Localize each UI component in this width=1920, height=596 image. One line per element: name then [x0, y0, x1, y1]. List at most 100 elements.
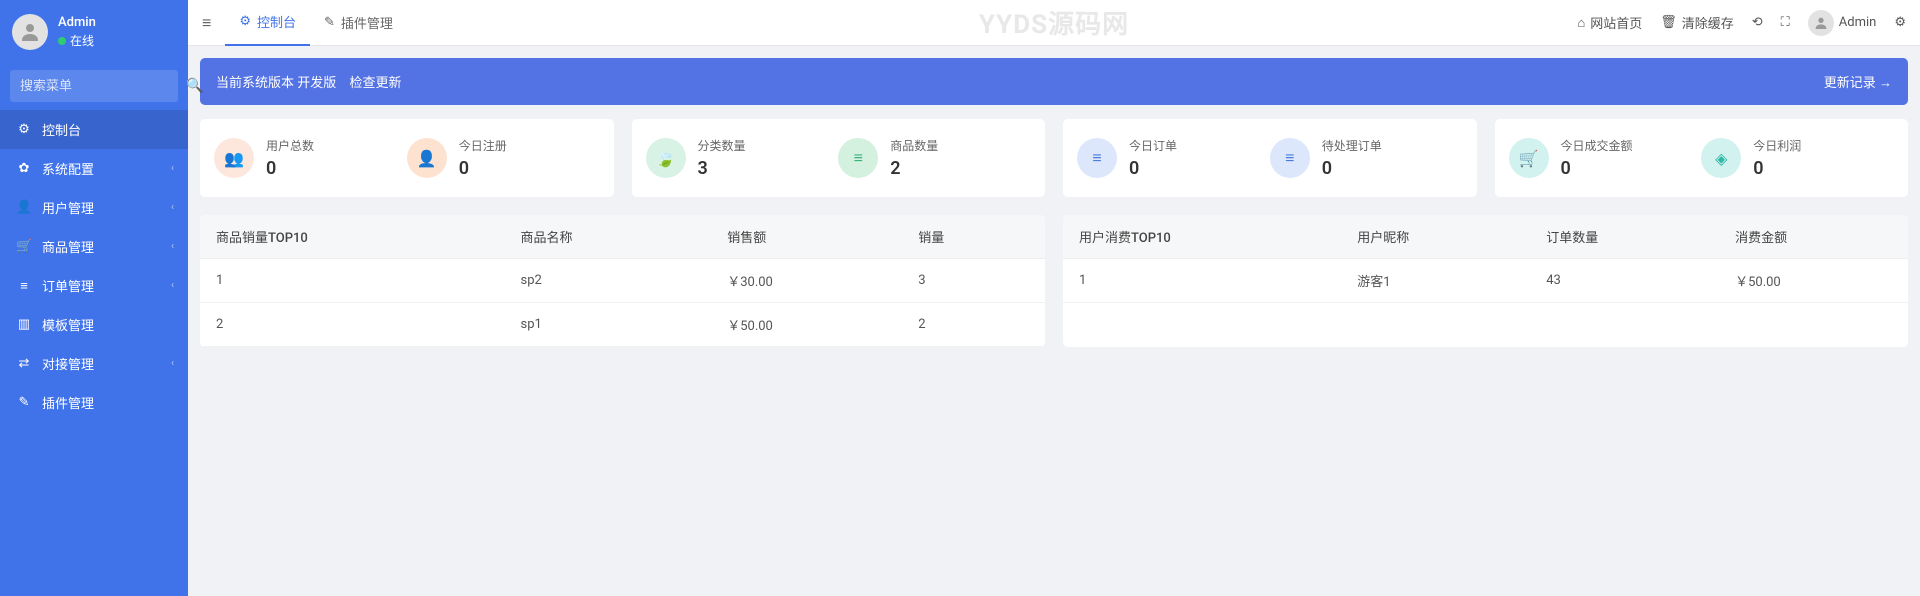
hamburger-icon[interactable]: ≡ [202, 13, 211, 33]
tab-0[interactable]: ⚙ 控制台 [225, 0, 310, 46]
stat-label: 今日利润 [1753, 137, 1801, 154]
sidebar-menu: ⚙控制台✿系统配置‹👤用户管理‹🛒商品管理‹≡订单管理‹▥模板管理⇄对接管理‹✎… [0, 110, 188, 422]
stats-row: 👥用户总数0👤今日注册0🍃分类数量3≡商品数量2≡今日订单0≡待处理订单0🛒今日… [200, 119, 1908, 197]
menu-icon: ⇄ [16, 356, 32, 371]
menu-label: 用户管理 [42, 198, 94, 217]
stat-label: 商品数量 [890, 137, 938, 154]
table-row: 1sp2￥30.003 [200, 259, 1045, 303]
menu-icon: ✿ [16, 161, 32, 176]
table-header: 商品销量TOP10 [200, 215, 505, 259]
stats-card-0: 👥用户总数0👤 今日注册 0 [200, 119, 614, 197]
sidebar-item-4[interactable]: ≡ 订单管理 ‹ [0, 266, 188, 305]
menu-icon: ≡ [16, 278, 32, 294]
table-header: 消费金额 [1719, 215, 1908, 259]
clear-cache-link[interactable]: 🗑清除缓存 [1660, 13, 1734, 32]
chevron-left-icon: ‹ [171, 280, 174, 291]
table-header: 用户昵称 [1341, 215, 1530, 259]
table-header: 销售额 [711, 215, 902, 259]
stat-6: 🛒今日成交金额0 [1509, 137, 1702, 179]
menu-label: 订单管理 [42, 276, 94, 295]
stat-label: 今日注册 [459, 137, 507, 154]
stat-label: 待处理订单 [1322, 137, 1382, 154]
tab-1[interactable]: ✎ 插件管理 [310, 0, 407, 46]
table-header: 订单数量 [1530, 215, 1719, 259]
tab-label: 控制台 [257, 12, 296, 31]
chevron-left-icon: ‹ [171, 202, 174, 213]
home-icon: ⌂ [1577, 15, 1585, 31]
content: 当前系统版本 开发版 检查更新 更新记录 → 👥用户总数0👤 今日注册 0 🍃 分类数量… [188, 46, 1920, 359]
search-box[interactable]: 🔍 [10, 70, 178, 102]
tab-label: 插件管理 [341, 13, 393, 32]
menu-label: 控制台 [42, 120, 81, 139]
settings-icon[interactable]: ⚙ [1894, 15, 1906, 30]
menu-label: 对接管理 [42, 354, 94, 373]
stat-icon: 🍃 [646, 138, 686, 178]
stat-3: ≡商品数量2 [838, 137, 1031, 179]
chevron-left-icon: ‹ [171, 358, 174, 369]
stat-icon: 👤 [407, 138, 447, 178]
version-banner: 当前系统版本 开发版 检查更新 更新记录 → [200, 58, 1908, 105]
topbar-avatar [1808, 10, 1834, 36]
tab-icon: ✎ [324, 15, 335, 30]
tab-icon: ⚙ [239, 14, 251, 29]
sidebar-item-1[interactable]: ✿ 系统配置 ‹ [0, 149, 188, 188]
tabs: ⚙ 控制台 ✎ 插件管理 [225, 0, 407, 46]
avatar[interactable] [12, 14, 48, 50]
sidebar-item-5[interactable]: ▥ 模板管理 [0, 305, 188, 344]
fullscreen-icon[interactable]: ⛶ [1781, 15, 1790, 30]
changelog-link[interactable]: 更新记录 → [1824, 72, 1892, 91]
sidebar-item-7[interactable]: ✎ 插件管理 [0, 383, 188, 422]
stat-value: 0 [1753, 158, 1801, 179]
menu-label: 系统配置 [42, 159, 94, 178]
stat-icon: 🛒 [1509, 138, 1549, 178]
stats-card-3: 🛒今日成交金额0◈ 今日利润 0 [1495, 119, 1909, 197]
user-dropdown[interactable]: Admin [1808, 10, 1877, 36]
user-status: 在线 [58, 32, 96, 49]
home-link[interactable]: ⌂网站首页 [1577, 13, 1642, 32]
table-header: 销量 [902, 215, 1045, 259]
sidebar: Admin 在线 🔍 ⚙控制台✿系统配置‹👤用户管理‹🛒商品管理‹≡订单管理‹▥… [0, 0, 188, 596]
stat-value: 2 [890, 158, 938, 179]
menu-label: 模板管理 [42, 315, 94, 334]
sidebar-item-6[interactable]: ⇄ 对接管理 ‹ [0, 344, 188, 383]
sidebar-item-2[interactable]: 👤用户管理‹ [0, 188, 188, 227]
table-header: 商品名称 [505, 215, 712, 259]
stat-4: ≡今日订单0 [1077, 137, 1270, 179]
menu-icon: 🛒 [16, 239, 32, 254]
stat-icon: ◈ [1701, 138, 1741, 178]
menu-icon: ✎ [16, 395, 32, 410]
stat-value: 0 [459, 158, 507, 179]
search-input[interactable] [20, 79, 186, 94]
stat-value: 0 [1322, 158, 1382, 179]
banner-left: 当前系统版本 开发版 检查更新 [216, 72, 402, 91]
menu-icon: ⚙ [16, 122, 32, 137]
menu-icon: ▥ [16, 317, 32, 332]
stat-label: 分类数量 [698, 137, 746, 154]
stat-0: 👥用户总数0 [214, 137, 407, 179]
table-header: 用户消费TOP10 [1063, 215, 1341, 259]
stats-card-1: 🍃分类数量3≡商品数量2 [632, 119, 1046, 197]
stat-label: 用户总数 [266, 137, 314, 154]
sidebar-item-0[interactable]: ⚙ 控制台 [0, 110, 188, 149]
stat-icon: ≡ [1270, 138, 1310, 178]
stat-icon: ≡ [1077, 138, 1117, 178]
stat-value: 3 [698, 158, 746, 179]
main: ≡ ⚙控制台✎插件管理 YYDS源码网 ⌂网站首页 🗑清除缓存 ⟲ ⛶ Admi… [188, 0, 1920, 596]
refresh-icon[interactable]: ⟲ [1752, 15, 1763, 30]
stat-2: 🍃 分类数量 3 [646, 137, 839, 179]
user-info: Admin 在线 [58, 15, 96, 49]
check-update-link[interactable]: 检查更新 [350, 76, 402, 91]
search-icon[interactable]: 🔍 [186, 78, 203, 94]
stats-card-2: ≡今日订单0≡ 待处理订单 0 [1063, 119, 1477, 197]
table-row: 2sp1￥50.002 [200, 303, 1045, 347]
sidebar-item-3[interactable]: 🛒商品管理‹ [0, 227, 188, 266]
topbar: ≡ ⚙控制台✎插件管理 YYDS源码网 ⌂网站首页 🗑清除缓存 ⟲ ⛶ Admi… [188, 0, 1920, 46]
stat-5: ≡ 待处理订单 0 [1270, 137, 1463, 179]
menu-label: 插件管理 [42, 393, 94, 412]
stat-value: 0 [1561, 158, 1633, 179]
chevron-left-icon: ‹ [171, 163, 174, 174]
menu-label: 商品管理 [42, 237, 94, 256]
product-sales-table: 商品销量TOP10商品名称销售额销量1sp2￥30.0032sp1￥50.002 [200, 215, 1045, 347]
stat-7: ◈ 今日利润 0 [1701, 137, 1894, 179]
stat-value: 0 [1129, 158, 1177, 179]
